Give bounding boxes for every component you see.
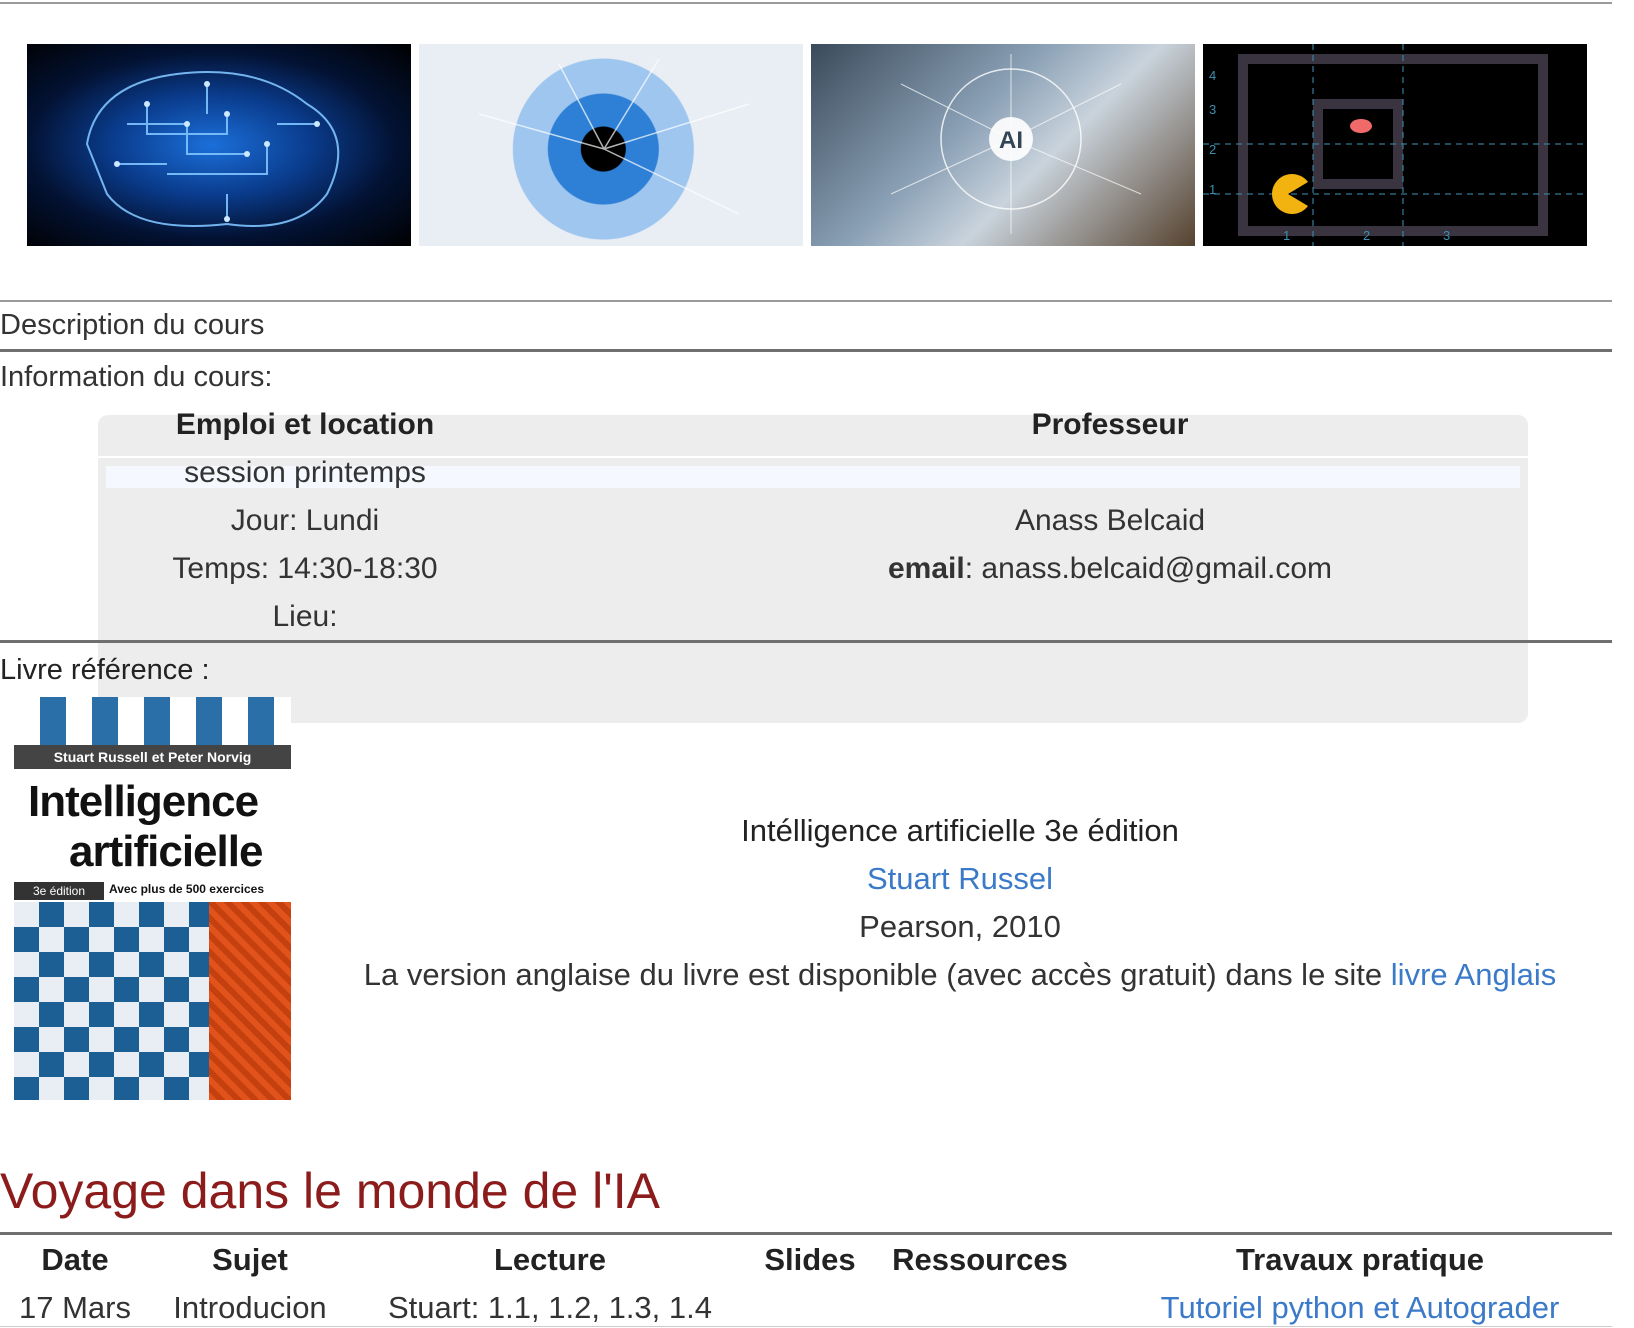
email-value: : anass.belcaid@gmail.com (964, 552, 1332, 585)
svg-text:4: 4 (1209, 68, 1216, 83)
professor-email: email: anass.belcaid@gmail.com (800, 552, 1420, 586)
cover-title-line1: Intelligence (28, 777, 259, 826)
book-author-container: Stuart Russel (340, 861, 1580, 897)
day-text: Jour: Lundi (230, 504, 380, 537)
col-resources: Ressources (892, 1242, 1068, 1277)
svg-text:1: 1 (1209, 182, 1216, 197)
svg-text:2: 2 (1209, 142, 1216, 157)
col-subject: Sujet (212, 1242, 288, 1277)
book-author-link[interactable]: Stuart Russel (867, 861, 1053, 896)
circuit-brain-image (27, 44, 411, 246)
book-title: Intélligence artificielle 3e édition (741, 813, 1179, 848)
svg-text:3: 3 (1443, 228, 1450, 243)
cover-authors: Stuart Russell et Peter Norvig (14, 745, 291, 769)
divider (0, 300, 1612, 302)
divider (0, 640, 1612, 643)
row-divider (0, 1326, 1612, 1327)
professor-name: Anass Belcaid (1014, 504, 1206, 537)
col-lecture: Lecture (494, 1242, 606, 1277)
svg-text:2: 2 (1363, 228, 1370, 243)
ai-label: AI (999, 127, 1023, 154)
schedule-section-title: Voyage dans le monde de l'IA (0, 1163, 661, 1219)
pacman-grid-image: 4 3 2 1 1 2 3 (1203, 44, 1587, 246)
place-text: Lieu: (272, 600, 338, 633)
cover-exercises: Avec plus de 500 exercices (109, 882, 264, 896)
col-practical: Travaux pratique (1235, 1242, 1485, 1277)
row-date: 17 Mars (19, 1290, 131, 1325)
top-divider (0, 2, 1612, 4)
cover-title-line2: artificielle (69, 827, 263, 876)
english-book-link[interactable]: livre Anglais (1391, 957, 1556, 992)
eye-image (419, 44, 803, 246)
information-heading: Information du cours: (0, 361, 273, 393)
book-publisher: Pearson, 2010 (859, 909, 1061, 944)
book-reference-heading: Livre référence : (0, 654, 210, 686)
time-text: Temps: 14:30-18:30 (172, 552, 438, 585)
email-label: email (888, 552, 965, 585)
svg-text:1: 1 (1283, 228, 1290, 243)
english-version-note: La version anglaise du livre est disponi… (340, 957, 1580, 993)
book-cover-image: Stuart Russell et Peter Norvig Intellige… (14, 697, 291, 1100)
session-text: session printemps (184, 456, 426, 489)
col-date: Date (41, 1242, 109, 1277)
professor-header: Professeur (1031, 408, 1189, 441)
divider (0, 349, 1612, 352)
english-note-text: La version anglaise du livre est disponi… (363, 957, 1383, 992)
schedule-location-header: Emploi et location (175, 408, 435, 441)
row-practical: Tutoriel python et Autograder (1130, 1290, 1590, 1326)
divider (0, 1232, 1612, 1235)
row-subject: Introducion (173, 1290, 327, 1325)
tutorial-link[interactable]: Tutoriel python et Autograder (1161, 1290, 1560, 1325)
description-heading: Description du cours (0, 309, 265, 341)
row-lecture: Stuart: 1.1, 1.2, 1.3, 1.4 (388, 1290, 712, 1325)
cover-edition: 3e édition (14, 882, 104, 900)
svg-text:3: 3 (1209, 102, 1216, 117)
col-slides: Slides (764, 1242, 856, 1277)
ai-network-image: AI (811, 44, 1195, 246)
